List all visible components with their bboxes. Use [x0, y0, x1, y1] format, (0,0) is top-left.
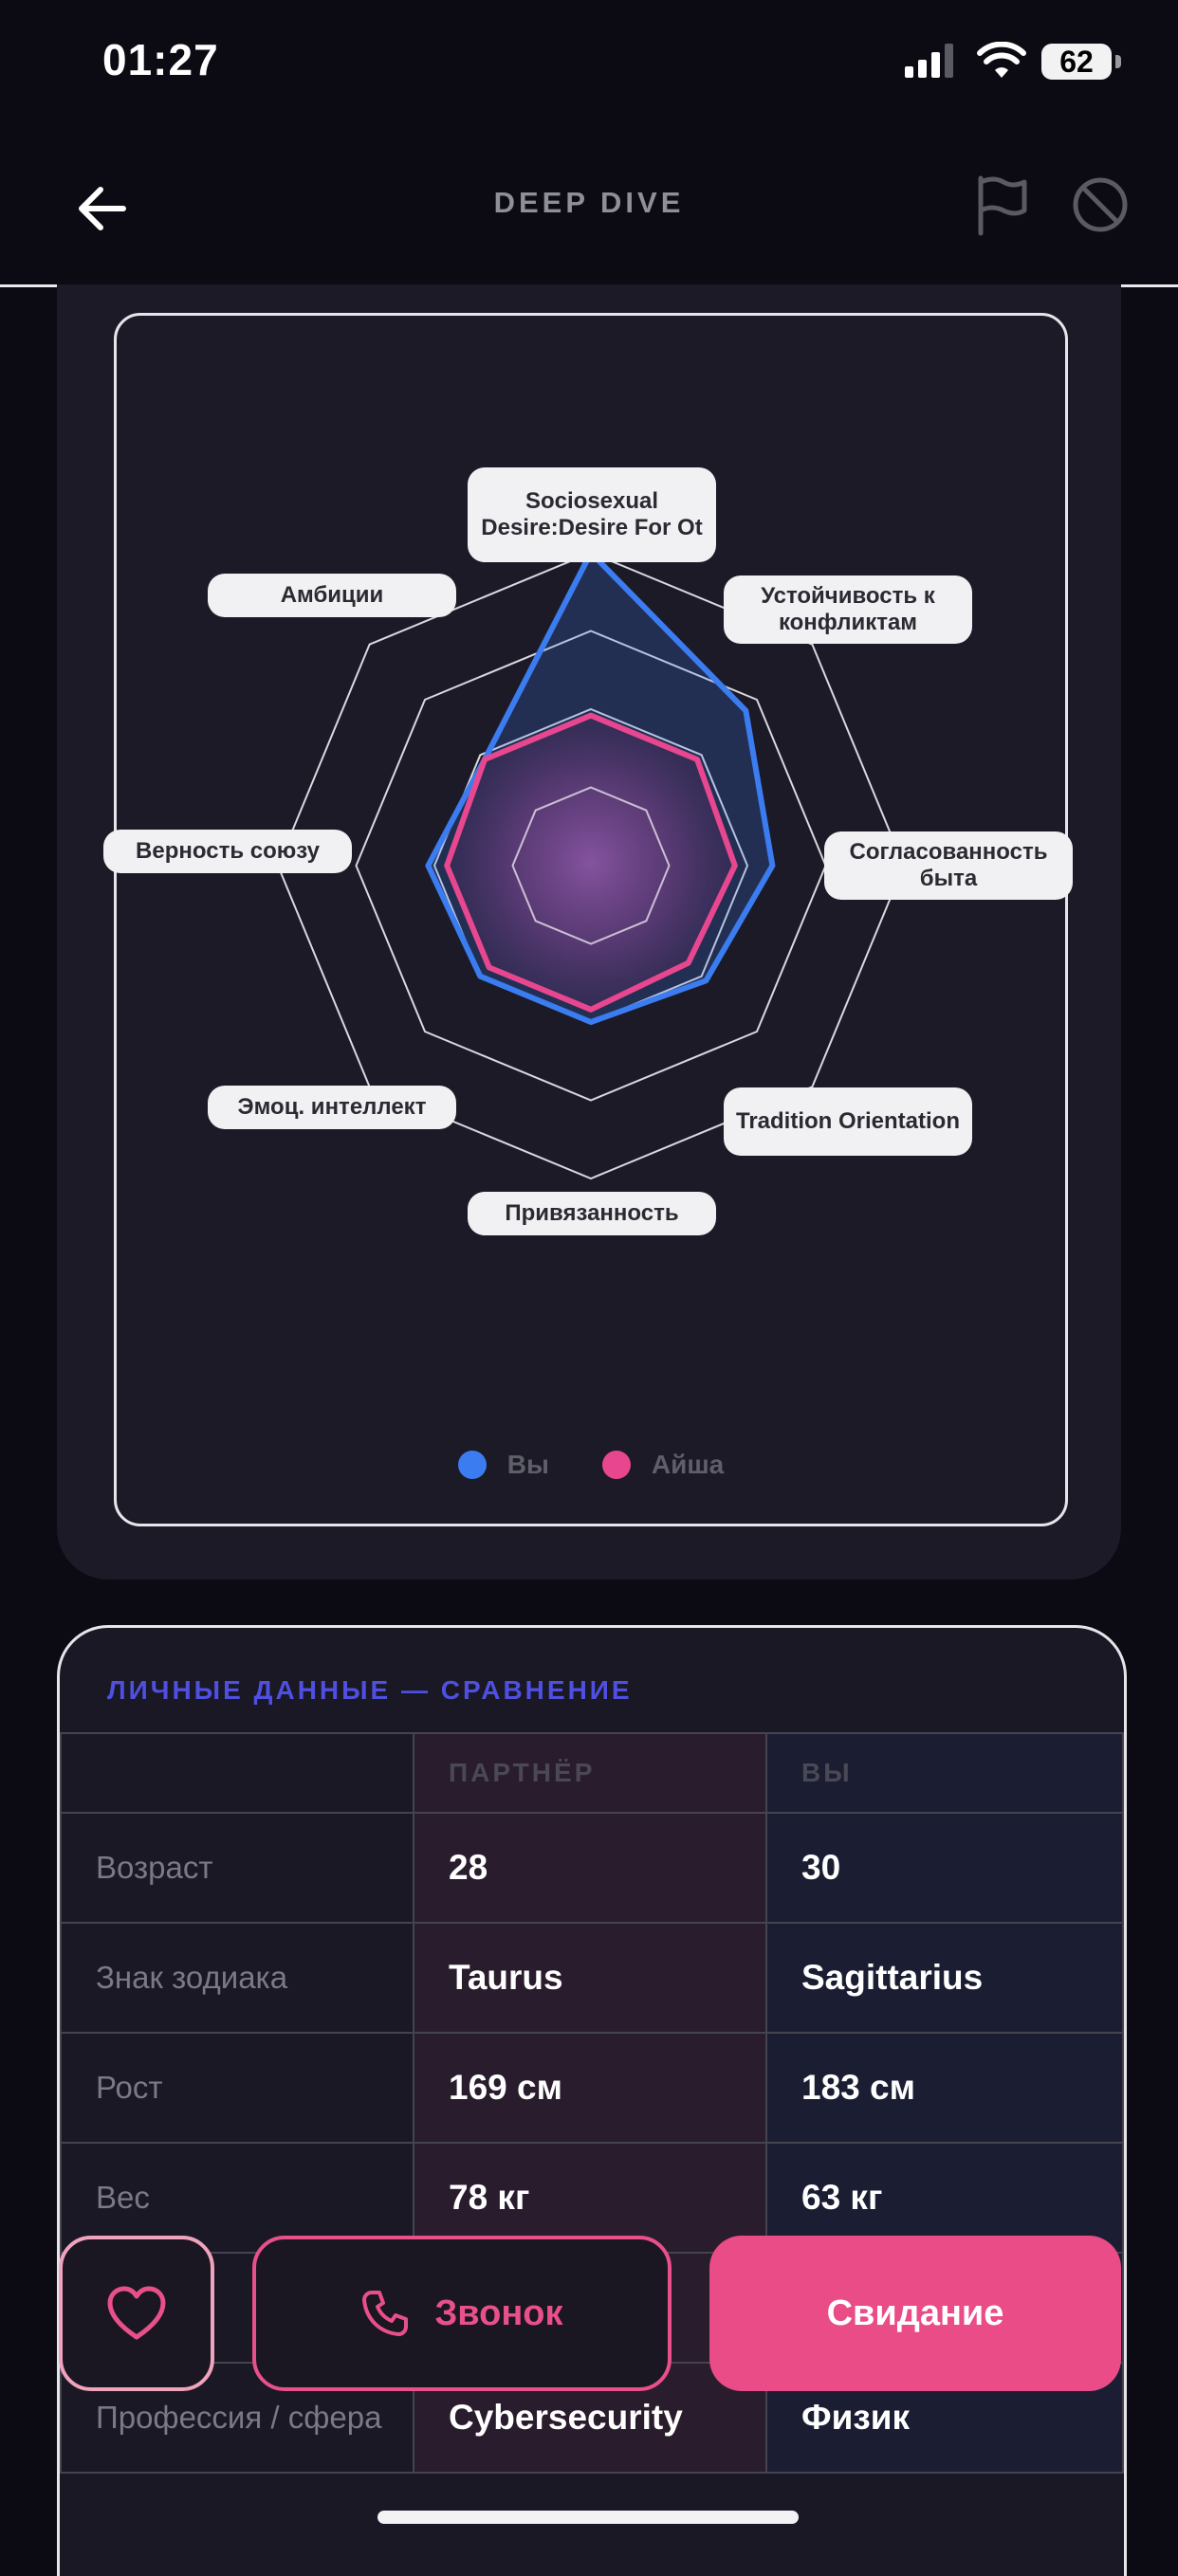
legend-dot-partner [601, 1451, 631, 1479]
table-row: Возраст 28 30 [60, 1812, 1124, 1924]
table-header-row: ПАРТНЁР ВЫ [60, 1732, 1124, 1814]
table-row: Рост 169 см 183 см [60, 2032, 1124, 2144]
radar-axis-label: Sociosexual Desire:Desire For Ot [468, 467, 716, 562]
like-button[interactable] [59, 2236, 214, 2391]
radar-card: Sociosexual Desire:Desire For Ot Устойчив… [57, 284, 1121, 1580]
block-icon[interactable] [1070, 174, 1131, 235]
radar-axis-label: Верность союзу [103, 830, 352, 873]
header-partner: ПАРТНЁР [413, 1732, 767, 1814]
action-bar: Звонок Свидание [0, 2234, 1178, 2395]
date-button[interactable]: Свидание [709, 2236, 1121, 2391]
personal-data-card: ЛИЧНЫЕ ДАННЫЕ — СРАВНЕНИЕ ПАРТНЁР ВЫ Воз… [57, 1625, 1127, 2576]
legend-label-you: Вы [506, 1450, 549, 1479]
navigation-bar: DEEP DIVE [0, 133, 1178, 287]
radar-legend: Вы Айша [117, 1450, 1065, 1480]
battery-indicator: 62 [1041, 44, 1112, 80]
status-bar: 01:27 62 [0, 0, 1178, 133]
legend-dot-you [457, 1451, 487, 1479]
you-value: 183 см [765, 2032, 1124, 2144]
partner-value: Taurus [413, 1922, 767, 2034]
battery-nub [1115, 55, 1121, 68]
section-title: ЛИЧНЫЕ ДАННЫЕ — СРАВНЕНИЕ [107, 1675, 633, 1705]
phone-icon [362, 2291, 409, 2336]
legend-item-partner: Айша [601, 1450, 725, 1480]
partner-value: 28 [413, 1812, 767, 1924]
legend-item-you: Вы [457, 1450, 549, 1480]
status-time: 01:27 [102, 35, 219, 84]
home-indicator [377, 2511, 799, 2524]
radar-chart-panel: Sociosexual Desire:Desire For Ot Устойчив… [103, 313, 1073, 1526]
row-label: Возраст [60, 1812, 414, 1924]
call-button-label: Звонок [434, 2293, 563, 2333]
wifi-icon [977, 42, 1026, 78]
legend-label-partner: Айша [651, 1450, 725, 1479]
flag-icon[interactable] [973, 174, 1030, 237]
radar-axis-label: Tradition Orientation [724, 1087, 972, 1156]
row-label: Знак зодиака [60, 1922, 414, 2034]
partner-value: 169 см [413, 2032, 767, 2144]
radar-axis-label: Привязанность [468, 1192, 716, 1235]
cellular-signal-icon [905, 44, 953, 78]
table-row: Знак зодиака Taurus Sagittarius [60, 1922, 1124, 2034]
row-label: Рост [60, 2032, 414, 2144]
you-value: Sagittarius [765, 1922, 1124, 2034]
radar-axis-label: Амбиции [208, 574, 456, 617]
radar-axis-label: Эмоц. интеллект [208, 1086, 456, 1129]
header-you: ВЫ [765, 1732, 1124, 1814]
radar-axis-label: Устойчивость к конфликтам [724, 575, 972, 644]
date-button-label: Свидание [826, 2293, 1004, 2333]
you-value: 30 [765, 1812, 1124, 1924]
radar-axis-label: Согласованность быта [824, 831, 1073, 900]
header-empty [60, 1732, 414, 1814]
heart-icon [107, 2286, 166, 2340]
call-button[interactable]: Звонок [252, 2236, 672, 2391]
